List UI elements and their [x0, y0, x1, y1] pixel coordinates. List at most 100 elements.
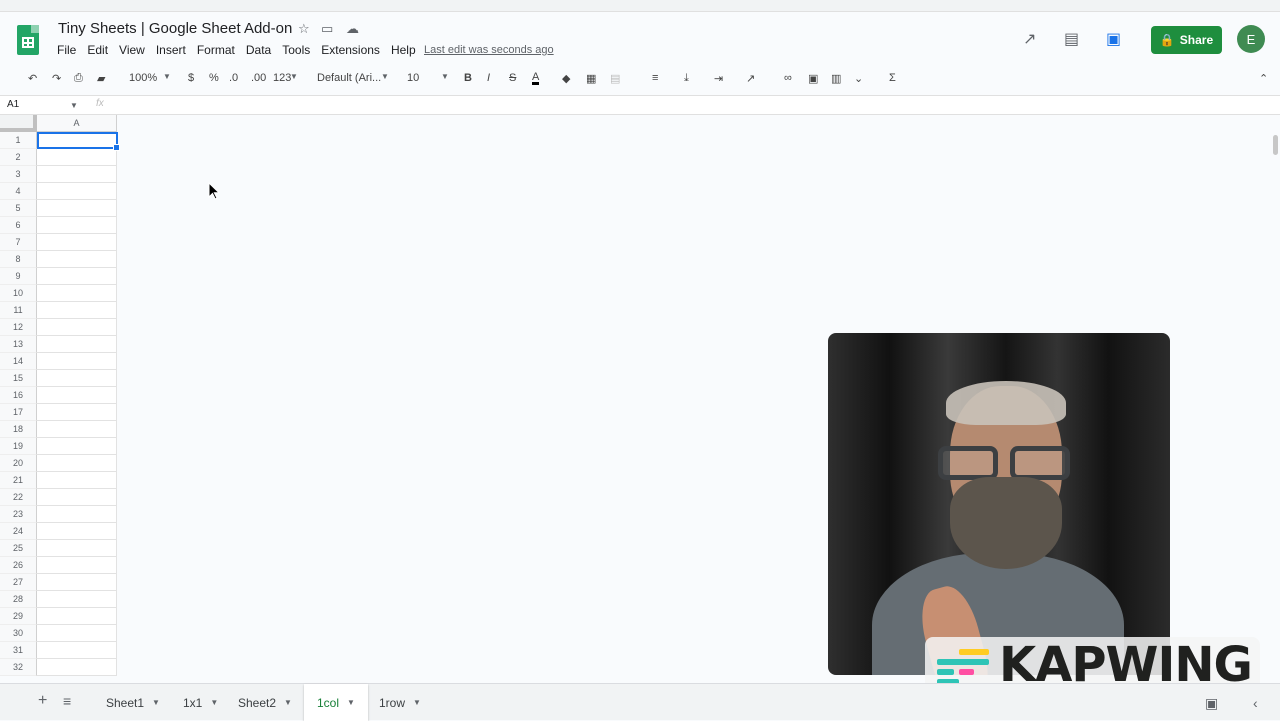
paint-format-icon[interactable]: ▰: [97, 72, 105, 85]
row-header-14[interactable]: 14: [0, 353, 37, 370]
insert-chart-icon[interactable]: ▥: [831, 72, 841, 85]
font-family-caret-icon[interactable]: ▼: [381, 72, 389, 81]
redo-icon[interactable]: ↷: [52, 72, 61, 85]
cell-a7[interactable]: [37, 234, 117, 251]
row-header-1[interactable]: 1: [0, 132, 37, 149]
comment-icon[interactable]: ▤: [1064, 29, 1079, 49]
row-header-22[interactable]: 22: [0, 489, 37, 506]
cell-a23[interactable]: [37, 506, 117, 523]
cell-a8[interactable]: [37, 251, 117, 268]
explore-icon[interactable]: ▣: [1205, 695, 1218, 712]
row-header-18[interactable]: 18: [0, 421, 37, 438]
add-sheet-icon[interactable]: +: [38, 692, 47, 710]
menu-extensions[interactable]: Extensions: [321, 43, 380, 57]
cell-a21[interactable]: [37, 472, 117, 489]
row-header-9[interactable]: 9: [0, 268, 37, 285]
undo-icon[interactable]: ↶: [28, 72, 37, 85]
cell-a24[interactable]: [37, 523, 117, 540]
collapse-menu-icon[interactable]: ⌃: [1259, 72, 1268, 85]
row-header-29[interactable]: 29: [0, 608, 37, 625]
print-icon[interactable]: ⎙: [74, 72, 83, 85]
row-header-4[interactable]: 4: [0, 183, 37, 200]
number-format-select[interactable]: 123: [273, 72, 291, 84]
row-header-7[interactable]: 7: [0, 234, 37, 251]
menu-format[interactable]: Format: [197, 43, 235, 57]
row-header-26[interactable]: 26: [0, 557, 37, 574]
cell-a28[interactable]: [37, 591, 117, 608]
strikethrough-button[interactable]: S: [509, 72, 516, 84]
side-panel-toggle-icon[interactable]: ‹: [1253, 695, 1258, 711]
vertical-scrollbar[interactable]: [1270, 115, 1280, 680]
cell-a30[interactable]: [37, 625, 117, 642]
merge-cells-icon[interactable]: ▤: [610, 72, 620, 85]
fill-color-icon[interactable]: ◆: [562, 72, 570, 85]
cell-a11[interactable]: [37, 302, 117, 319]
italic-button[interactable]: I: [487, 72, 490, 84]
row-header-12[interactable]: 12: [0, 319, 37, 336]
text-wrap-icon[interactable]: ⇥: [714, 72, 723, 85]
all-sheets-icon[interactable]: ≡: [63, 693, 71, 709]
scrollbar-thumb[interactable]: [1273, 135, 1278, 155]
increase-decimal-button[interactable]: .00: [251, 72, 266, 84]
row-header-27[interactable]: 27: [0, 574, 37, 591]
row-header-15[interactable]: 15: [0, 370, 37, 387]
formula-input[interactable]: [118, 99, 1248, 113]
cell-a32[interactable]: [37, 659, 117, 676]
share-button[interactable]: 🔒 Share: [1151, 26, 1222, 54]
row-header-17[interactable]: 17: [0, 404, 37, 421]
text-rotation-icon[interactable]: ↗: [746, 72, 755, 85]
menu-edit[interactable]: Edit: [87, 43, 108, 57]
cell-a9[interactable]: [37, 268, 117, 285]
insert-link-icon[interactable]: ∞: [784, 72, 792, 84]
cloud-status-icon[interactable]: ☁: [346, 21, 359, 37]
avatar[interactable]: E: [1237, 25, 1265, 53]
percent-format-button[interactable]: %: [209, 72, 219, 84]
row-header-23[interactable]: 23: [0, 506, 37, 523]
row-header-30[interactable]: 30: [0, 625, 37, 642]
align-left-icon[interactable]: ≡: [652, 72, 658, 84]
menu-data[interactable]: Data: [246, 43, 271, 57]
row-header-10[interactable]: 10: [0, 285, 37, 302]
menu-file[interactable]: File: [57, 43, 76, 57]
row-header-11[interactable]: 11: [0, 302, 37, 319]
trend-icon[interactable]: ↗: [1023, 29, 1036, 49]
cell-a13[interactable]: [37, 336, 117, 353]
menu-view[interactable]: View: [119, 43, 145, 57]
sheet-tab-sheet2[interactable]: Sheet2 ▼: [225, 684, 305, 721]
row-header-3[interactable]: 3: [0, 166, 37, 183]
borders-icon[interactable]: ▦: [586, 72, 596, 85]
font-family-select[interactable]: Default (Ari...: [317, 72, 381, 84]
row-header-24[interactable]: 24: [0, 523, 37, 540]
cell-a4[interactable]: [37, 183, 117, 200]
cell-a17[interactable]: [37, 404, 117, 421]
move-folder-icon[interactable]: ▭: [321, 21, 333, 37]
cell-a10[interactable]: [37, 285, 117, 302]
google-sheets-logo-icon[interactable]: [17, 25, 39, 55]
row-header-16[interactable]: 16: [0, 387, 37, 404]
row-header-2[interactable]: 2: [0, 149, 37, 166]
text-color-button[interactable]: A: [532, 72, 540, 85]
cell-a31[interactable]: [37, 642, 117, 659]
cell-a20[interactable]: [37, 455, 117, 472]
selected-cell-a1[interactable]: [37, 132, 120, 151]
sheet-tab-sheet1[interactable]: Sheet1 ▼: [93, 684, 173, 721]
cell-a18[interactable]: [37, 421, 117, 438]
sheet-tab-1row[interactable]: 1row ▼: [366, 684, 434, 721]
row-header-19[interactable]: 19: [0, 438, 37, 455]
filter-icon[interactable]: ⌄: [854, 72, 863, 85]
column-header-a[interactable]: A: [37, 115, 117, 132]
select-all-corner[interactable]: [0, 115, 37, 132]
cell-a26[interactable]: [37, 557, 117, 574]
menu-insert[interactable]: Insert: [156, 43, 186, 57]
cell-a5[interactable]: [37, 200, 117, 217]
meet-icon[interactable]: ▣: [1106, 29, 1121, 49]
cell-a19[interactable]: [37, 438, 117, 455]
name-box[interactable]: A1: [7, 99, 19, 110]
row-header-6[interactable]: 6: [0, 217, 37, 234]
bold-button[interactable]: B: [464, 72, 472, 84]
vertical-align-icon[interactable]: ⤓: [684, 72, 689, 85]
insert-comment-icon[interactable]: ▣: [808, 72, 818, 85]
cell-a14[interactable]: [37, 353, 117, 370]
cell-a6[interactable]: [37, 217, 117, 234]
decrease-decimal-button[interactable]: .0: [229, 72, 238, 84]
